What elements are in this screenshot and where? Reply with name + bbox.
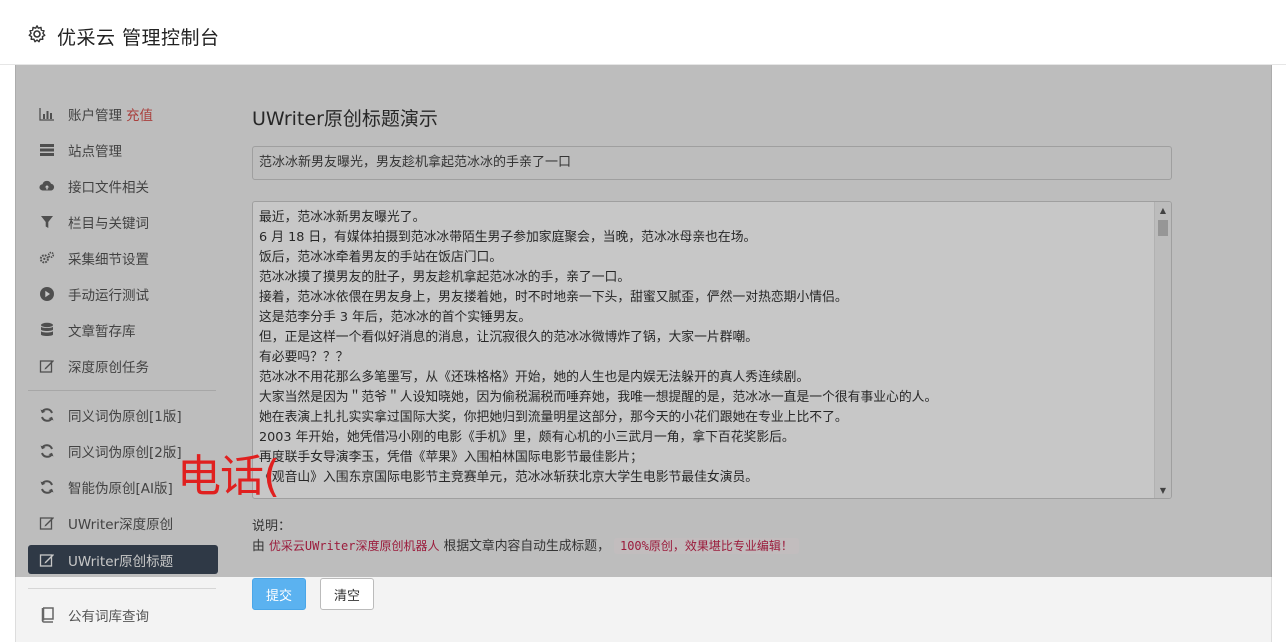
sidebar: 账户管理 充值 站点管理 接口文件相关 栏目与关键词 采集细节设置 手动运行测试: [28, 96, 218, 633]
article-line: 范冰冰摸了摸男友的肚子，男友趁机拿起范冰冰的手，亲了一口。: [259, 270, 631, 285]
sidebar-item-label: UWriter原创标题: [68, 553, 174, 570]
server-icon: [39, 142, 55, 158]
article-line: 范冰冰不用花那么多笔墨写，从《还珠格格》开始，她的人生也是内娱无法躲开的真人秀连…: [259, 370, 810, 385]
book-icon: [39, 607, 55, 623]
scroll-down-arrow-icon[interactable]: ▼: [1155, 482, 1171, 498]
edit-icon: [39, 358, 55, 374]
scroll-up-arrow-icon[interactable]: ▲: [1155, 202, 1171, 218]
refresh-icon: [39, 407, 55, 423]
sidebar-item-label: 栏目与关键词: [68, 216, 149, 232]
article-line: 她在表演上扎扎实实拿过国际大奖，你把她归到流量明星这部分，那今天的小花们跟她在专…: [259, 410, 848, 425]
top-bar: 优采云 管理控制台: [0, 0, 1286, 65]
watermark-text: 电话(: [177, 451, 280, 502]
edit-icon: [39, 552, 55, 568]
page-title: UWriter原创标题演示: [252, 108, 438, 130]
article-line: 这是范李分手 3 年后，范冰冰的首个实锤男友。: [259, 310, 532, 325]
article-line: 大家当然是因为＂范爷＂人设知晓她，因为偷税漏税而唾弃她，我唯一想提醒的是，范冰冰…: [259, 390, 938, 405]
edit-icon: [39, 515, 55, 531]
play-circle-icon: [39, 286, 55, 302]
sidebar-item-manual-run[interactable]: 手动运行测试: [28, 276, 218, 312]
article-line: 饭后，范冰冰牵着男友的手站在饭店门口。: [259, 250, 503, 265]
database-icon: [39, 322, 55, 338]
cloud-upload-icon: [39, 178, 55, 194]
article-textarea[interactable]: 最近，范冰冰新男友曝光了。 6 月 18 日，有媒体拍摄到范冰冰带陌生男子参加家庭…: [252, 201, 1172, 499]
uwriter-robot-link[interactable]: 优采云UWriter深度原创机器人: [269, 539, 440, 553]
sidebar-item-columns-keywords[interactable]: 栏目与关键词: [28, 204, 218, 240]
main-content: UWriter原创标题演示 范冰冰新男友曝光，男友趁机拿起范冰冰的手亲了一口 最…: [252, 104, 1172, 554]
scrollbar[interactable]: ▲ ▼: [1154, 202, 1171, 498]
article-line: 2003 年开始，她凭借冯小刚的电影《手机》里，颇有心机的小三武月一角，拿下百花…: [259, 430, 795, 445]
sidebar-item-label: 公有词库查询: [68, 609, 149, 625]
note-text: 由 优采云UWriter深度原创机器人 根据文章内容自动生成标题， 100%原创…: [252, 537, 799, 556]
sidebar-item-uwriter-deep[interactable]: UWriter深度原创: [28, 505, 218, 541]
original-badge: 100%原创，效果堪比专业编辑！: [613, 538, 799, 554]
sidebar-item-uwriter-title[interactable]: UWriter原创标题: [28, 545, 218, 574]
gears-icon: [39, 250, 55, 266]
sidebar-item-synonym-v1[interactable]: 同义词伪原创[1版]: [28, 397, 218, 433]
sidebar-item-collect-settings[interactable]: 采集细节设置: [28, 240, 218, 276]
article-content: 最近，范冰冰新男友曝光了。 6 月 18 日，有媒体拍摄到范冰冰带陌生男子参加家庭…: [259, 208, 1151, 488]
sidebar-item-label: 手动运行测试: [68, 288, 149, 304]
sidebar-item-account[interactable]: 账户管理 充值: [28, 96, 218, 132]
scroll-thumb[interactable]: [1158, 220, 1168, 236]
sidebar-item-label: 深度原创任务: [68, 360, 149, 376]
sidebar-item-label: 采集细节设置: [68, 252, 149, 268]
article-line: 再度联手女导演李玉，凭借《苹果》入围柏林国际电影节最佳影片；: [259, 450, 643, 465]
recharge-link[interactable]: 充值: [126, 104, 153, 124]
title-input[interactable]: 范冰冰新男友曝光，男友趁机拿起范冰冰的手亲了一口: [252, 146, 1172, 180]
sidebar-item-label: 同义词伪原创[2版]: [68, 445, 182, 461]
sidebar-item-interface-files[interactable]: 接口文件相关: [28, 168, 218, 204]
bar-chart-icon: [39, 106, 55, 122]
sidebar-item-label: 同义词伪原创[1版]: [68, 409, 182, 425]
sidebar-item-label: 账户管理: [68, 108, 122, 124]
sidebar-divider: [28, 390, 216, 391]
article-line: 但，正是这样一个看似好消息的消息，让沉寂很久的范冰冰微博炸了锅，大家一片群嘲。: [259, 330, 759, 345]
sidebar-item-article-storage[interactable]: 文章暂存库: [28, 312, 218, 348]
clear-button[interactable]: 清空: [320, 578, 374, 610]
sidebar-item-sites[interactable]: 站点管理: [28, 132, 218, 168]
note-label: 说明：: [252, 519, 292, 534]
gear-icon: [28, 25, 46, 43]
sidebar-divider: [28, 588, 216, 589]
article-line: 6 月 18 日，有媒体拍摄到范冰冰带陌生男子参加家庭聚会，当晚，范冰冰母亲也在…: [259, 230, 757, 245]
refresh-icon: [39, 443, 55, 459]
note-prefix: 由: [252, 539, 265, 554]
article-line: 有必要吗？？？: [259, 350, 349, 365]
article-line: 最近，范冰冰新男友曝光了。: [259, 210, 426, 225]
article-line: 接着，范冰冰依偎在男友身上，男友搂着她，时不时地亲一下头，甜蜜又腻歪，俨然一对热…: [259, 290, 848, 305]
sidebar-item-label: UWriter深度原创: [68, 517, 174, 533]
sidebar-item-deep-original-task[interactable]: 深度原创任务: [28, 348, 218, 384]
refresh-icon: [39, 479, 55, 495]
sidebar-item-label: 智能伪原创[AI版]: [68, 481, 173, 497]
sidebar-item-label: 文章暂存库: [68, 324, 136, 340]
note-middle: 根据文章内容自动生成标题，: [443, 539, 610, 554]
filter-icon: [39, 214, 55, 230]
sidebar-item-label: 接口文件相关: [68, 180, 149, 196]
sidebar-item-public-lexicon[interactable]: 公有词库查询: [28, 597, 218, 633]
submit-button[interactable]: 提交: [252, 578, 306, 610]
article-line: 《观音山》入围东京国际电影节主竞赛单元，范冰冰斩获北京大学生电影节最佳女演员。: [259, 470, 759, 485]
sidebar-item-label: 站点管理: [68, 144, 122, 160]
app-title: 优采云 管理控制台: [57, 27, 220, 49]
